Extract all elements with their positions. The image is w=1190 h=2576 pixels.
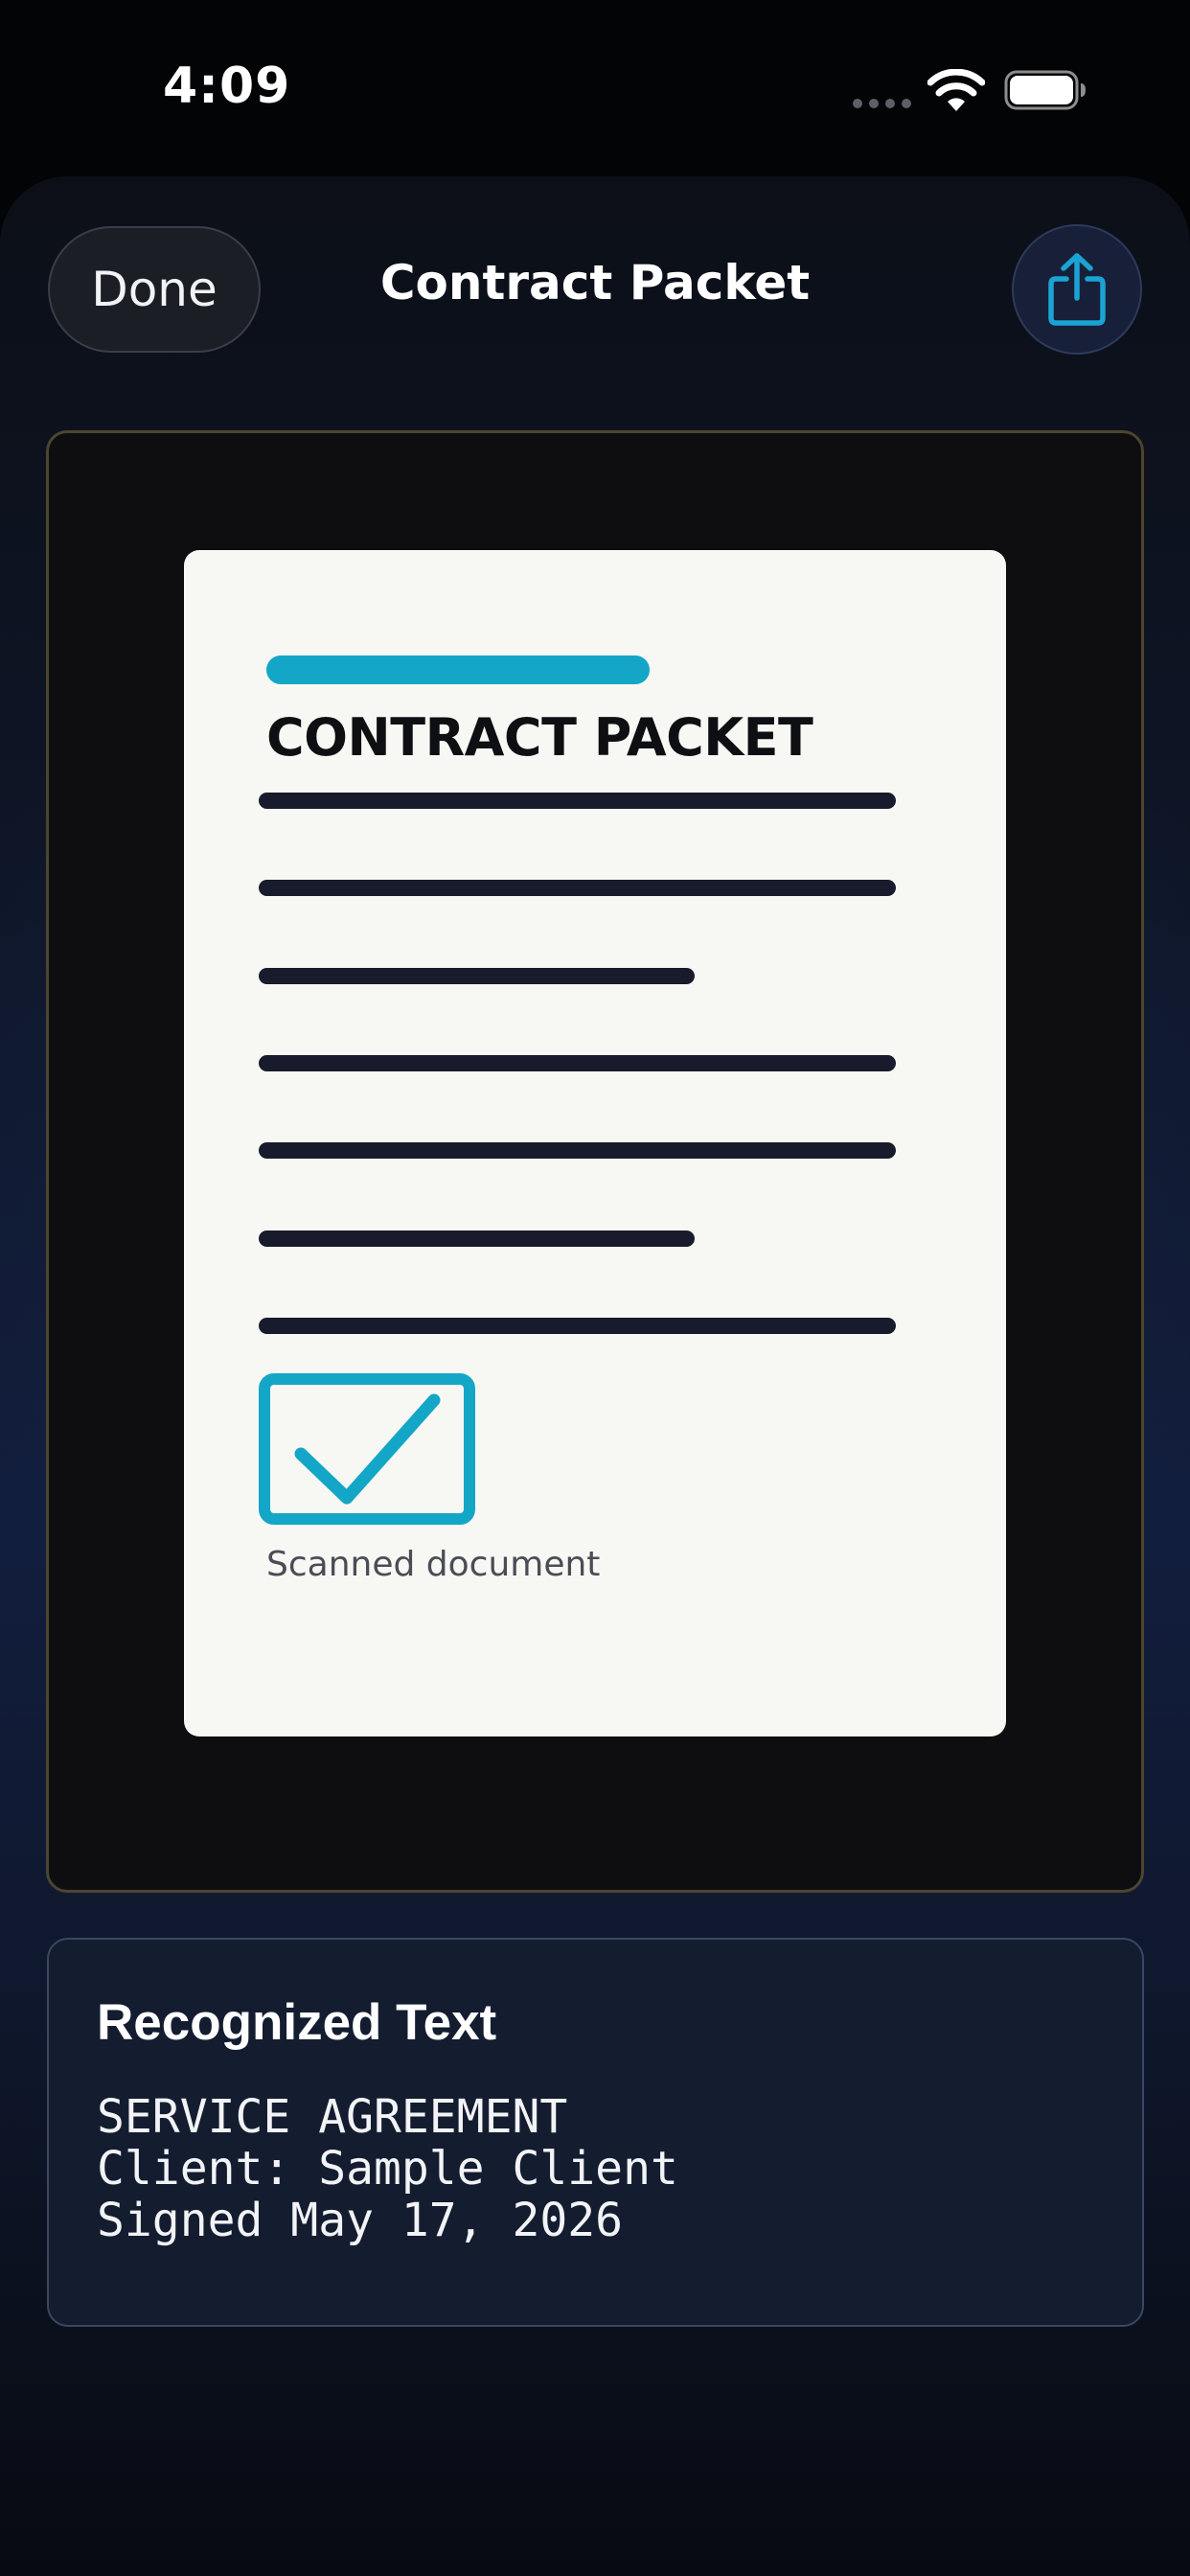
document-caption: Scanned document xyxy=(266,1545,601,1584)
screen: 4:09 Done Contract Packet CONTRACT PACKE… xyxy=(0,0,1190,2576)
document-heading: CONTRACT PACKET xyxy=(266,707,813,768)
document-text-line xyxy=(259,793,896,809)
document-text-line xyxy=(259,1055,896,1071)
recognized-text-line: SERVICE AGREEMENT xyxy=(97,2090,568,2144)
document-accent-bar xyxy=(266,656,650,684)
battery-icon xyxy=(1004,70,1086,110)
document-text-line xyxy=(259,968,695,984)
status-bar: 4:09 xyxy=(0,0,1190,172)
recognized-text-line: Client: Sample Client xyxy=(97,2142,678,2196)
document-text-line xyxy=(259,1318,896,1334)
share-button[interactable] xyxy=(1012,224,1142,355)
recognized-text-title: Recognized Text xyxy=(97,1994,497,2051)
page-title: Contract Packet xyxy=(379,255,811,310)
signal-dots-icon xyxy=(853,99,912,108)
share-icon xyxy=(1048,253,1106,326)
recognized-text-line: Signed May 17, 2026 xyxy=(97,2194,624,2247)
status-time: 4:09 xyxy=(163,58,291,115)
document-text-line xyxy=(259,1230,695,1247)
done-button[interactable]: Done xyxy=(48,226,261,353)
document-text-line xyxy=(259,1142,896,1159)
wifi-icon xyxy=(927,69,985,111)
document-text-line xyxy=(259,880,896,896)
checkbox-checked-icon xyxy=(259,1373,475,1525)
